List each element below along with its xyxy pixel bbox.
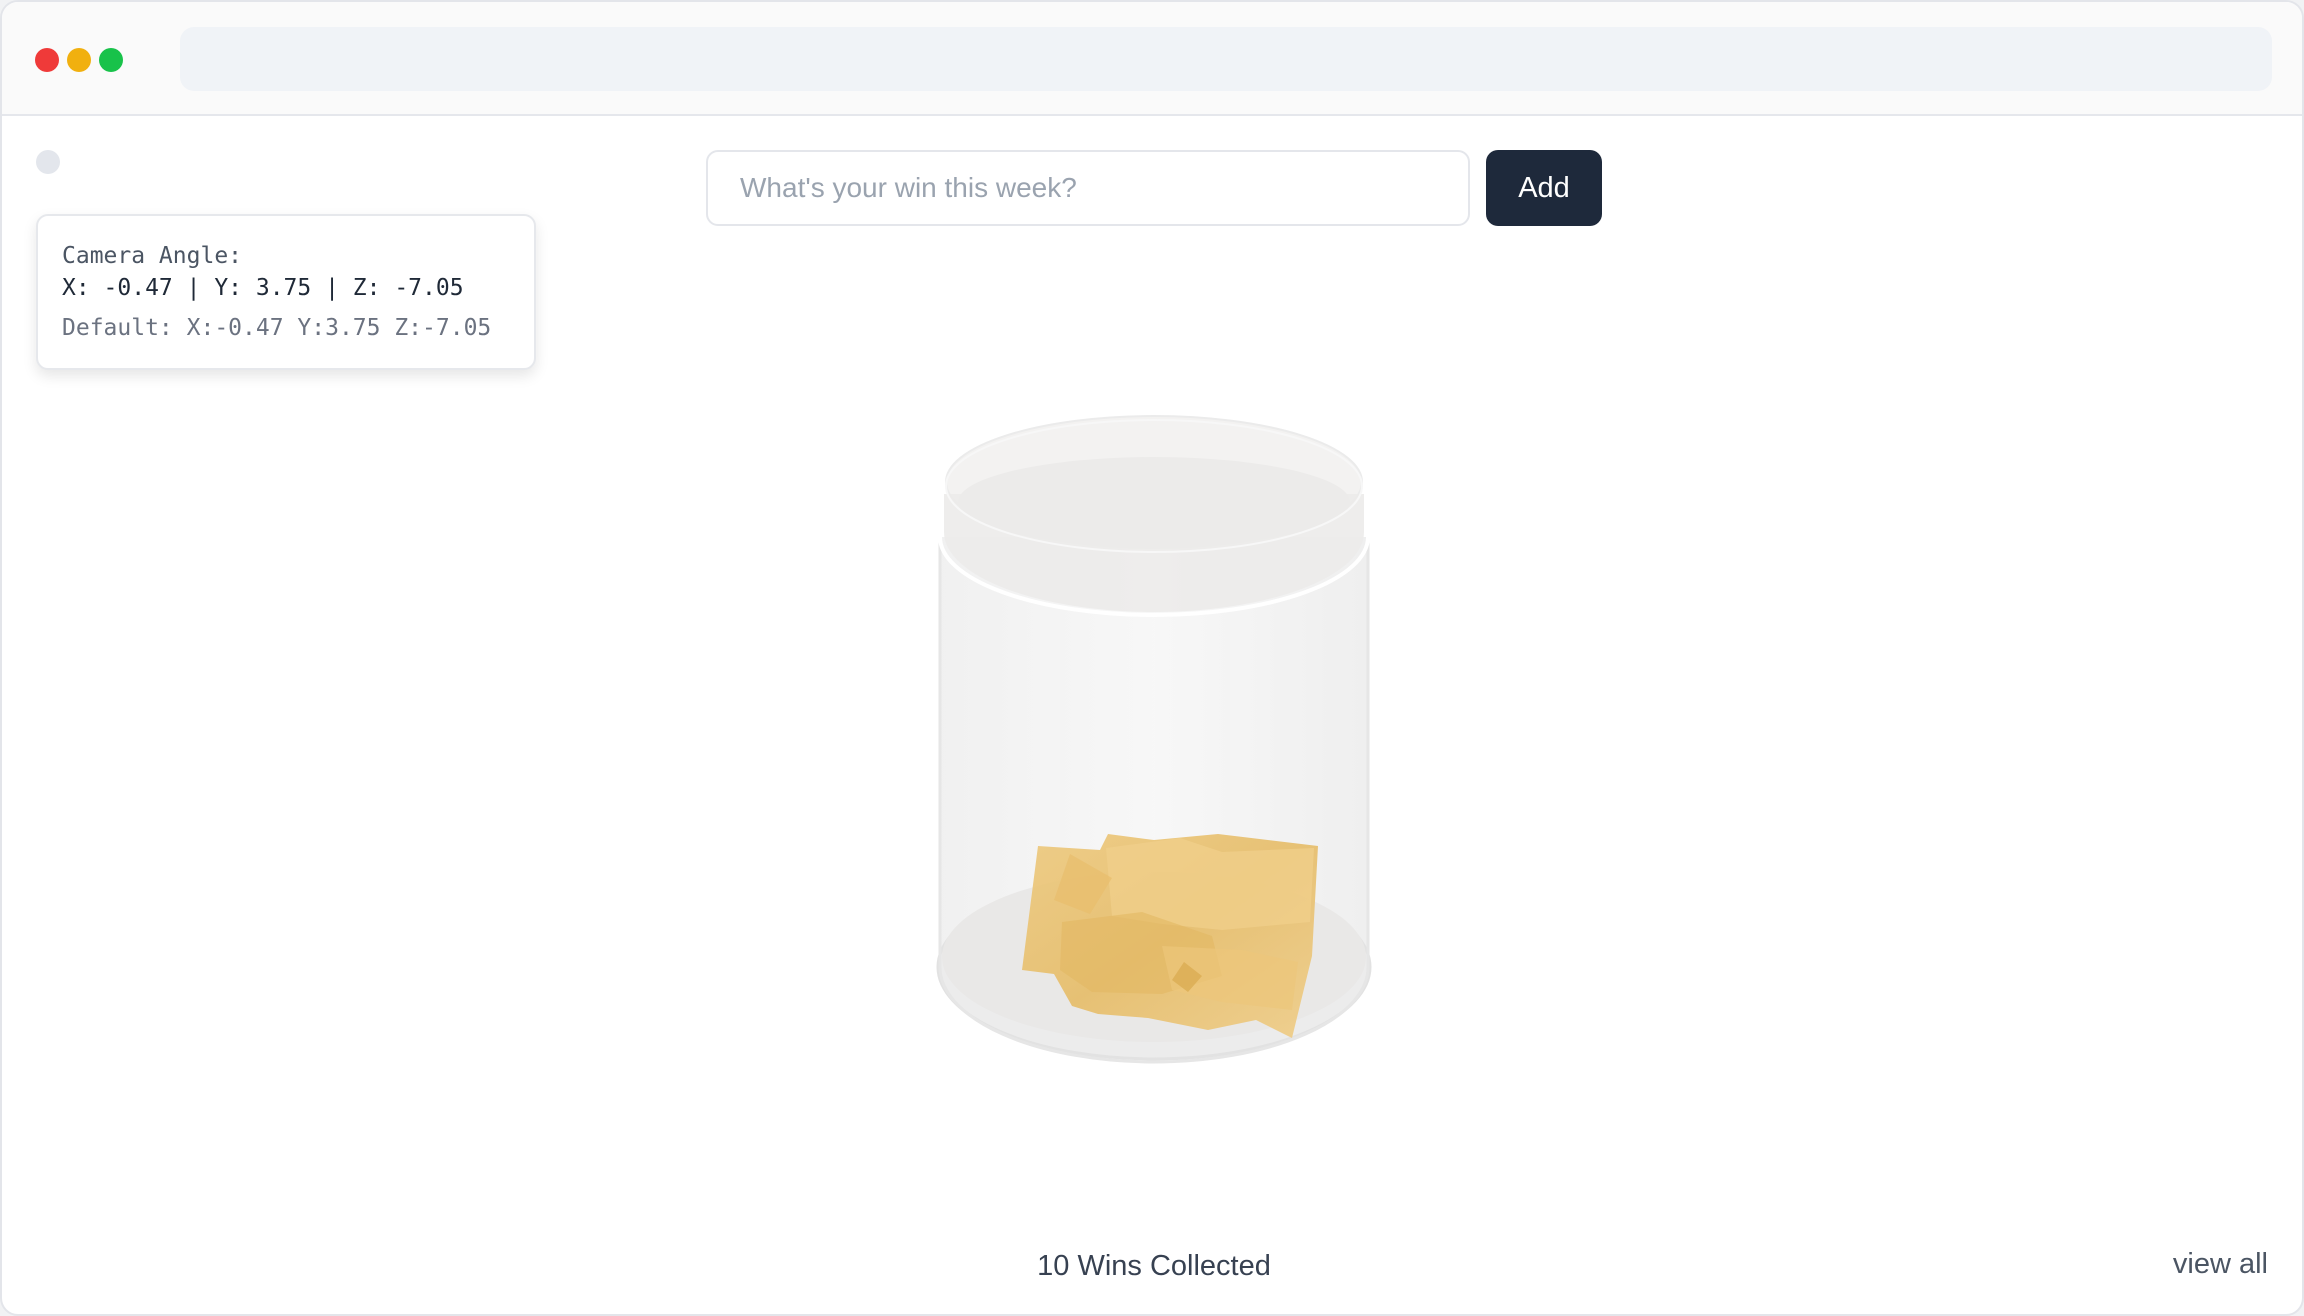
status-indicator: [36, 150, 60, 174]
address-bar[interactable]: [180, 27, 2272, 91]
maximize-icon[interactable]: [99, 48, 123, 72]
add-button[interactable]: Add: [1486, 150, 1602, 226]
view-all-link[interactable]: view all: [2173, 1248, 2268, 1281]
title-bar: [2, 2, 2302, 116]
camera-angle-title: Camera Angle:: [62, 243, 243, 269]
win-input[interactable]: [706, 150, 1470, 226]
camera-angle-values: X: -0.47 | Y: 3.75 | Z: -7.05: [62, 275, 464, 301]
minimize-icon[interactable]: [67, 48, 91, 72]
wins-count: 10 Wins Collected: [1037, 1250, 1271, 1282]
close-icon[interactable]: [35, 48, 59, 72]
camera-angle-panel: Camera Angle: X: -0.47 | Y: 3.75 | Z: -7…: [36, 214, 536, 370]
jar-3d-view[interactable]: [922, 402, 1382, 1142]
camera-angle-default: Default: X:-0.47 Y:3.75 Z:-7.05: [62, 315, 492, 341]
browser-window: Camera Angle: X: -0.47 | Y: 3.75 | Z: -7…: [0, 0, 2304, 1316]
